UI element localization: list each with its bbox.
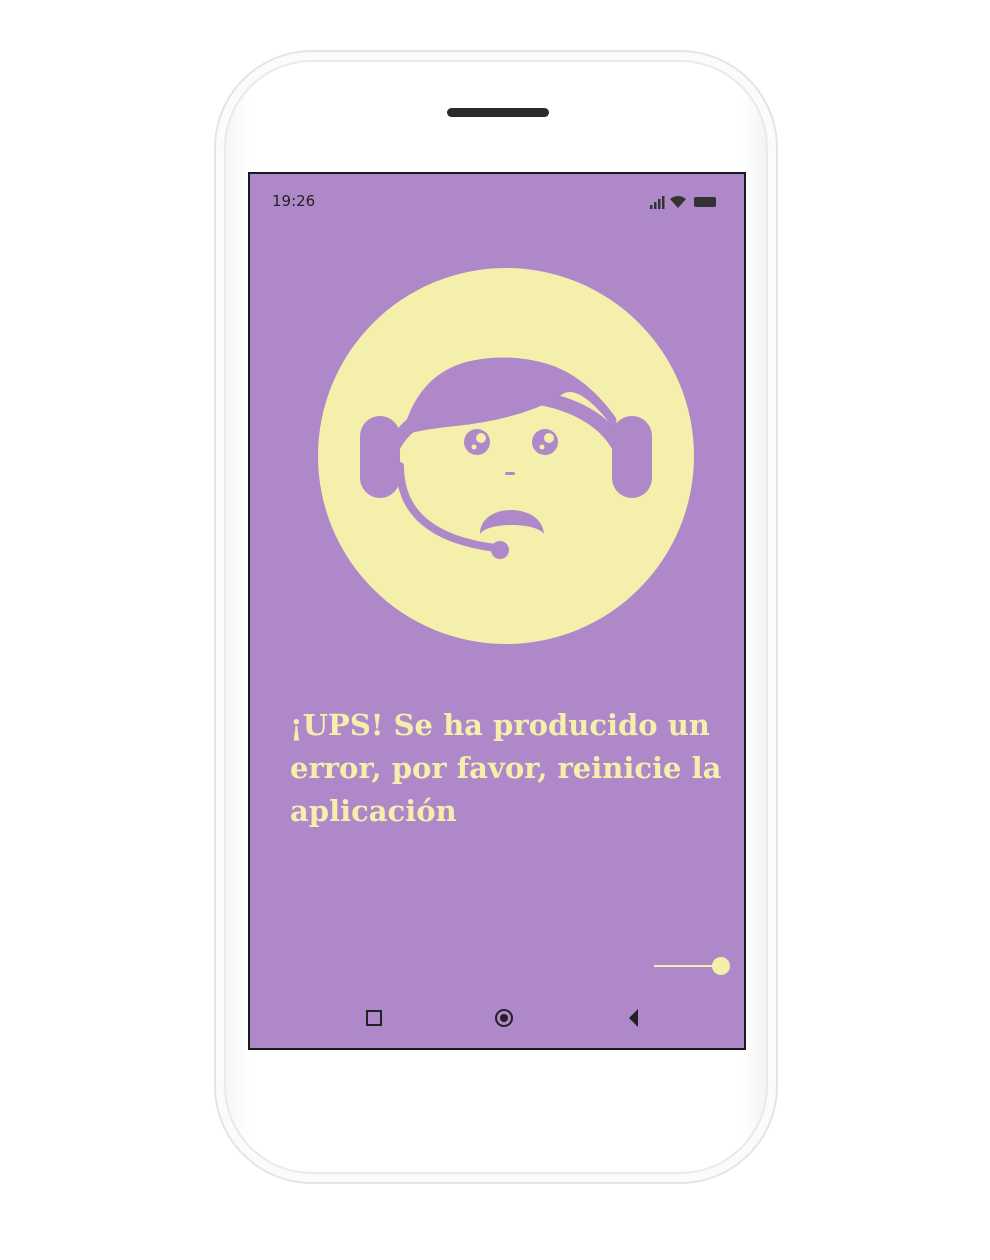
status-icons	[650, 196, 716, 209]
navigation-bar	[250, 988, 744, 1048]
error-message: ¡UPS! Se ha producido un error, por favo…	[290, 708, 722, 828]
back-icon[interactable]	[620, 1004, 648, 1032]
recent-apps-icon[interactable]	[360, 1004, 388, 1032]
slider-track	[654, 965, 720, 967]
battery-icon	[694, 197, 716, 207]
slider-knob[interactable]	[712, 957, 730, 975]
phone-speaker	[447, 108, 549, 117]
slider[interactable]	[654, 956, 730, 976]
phone-screen: 19:26 ¡UPS! Se ha producido un error, po…	[248, 172, 746, 1050]
signal-icon	[650, 196, 665, 209]
support-agent-sad-icon	[318, 268, 694, 644]
status-time: 19:26	[272, 192, 316, 210]
home-icon[interactable]	[490, 1004, 518, 1032]
wifi-icon	[670, 196, 686, 208]
